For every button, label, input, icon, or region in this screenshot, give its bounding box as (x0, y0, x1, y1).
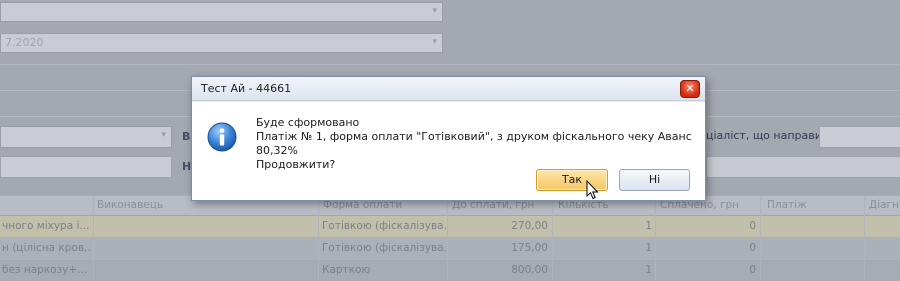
dialog-title: Тест Ай - 44661 (201, 82, 292, 95)
col-payment[interactable]: Платіж (767, 199, 807, 211)
cell-service: без наркозу+... (2, 264, 88, 276)
table-row[interactable]: без наркозу+... Карткою 800,00 1 0 (0, 260, 900, 281)
info-icon (207, 122, 237, 152)
chevron-down-icon: ▾ (432, 6, 437, 16)
grid-column-separator (93, 196, 94, 281)
grid-column-separator (760, 196, 761, 281)
cell-qty: 1 (645, 264, 652, 276)
col-diagnosis[interactable]: Діагн (869, 199, 899, 211)
cell-service: н (цілісна кров,... (2, 242, 92, 254)
grid-column-separator (447, 196, 448, 281)
label-referring-specialist: ціаліст, що направив (706, 129, 829, 142)
date-value: 7.2020 (5, 36, 44, 49)
dialog-message: Буде сформовано Платіж № 1, форма оплати… (256, 116, 705, 172)
dialog-body: Буде сформовано Платіж № 1, форма оплати… (192, 102, 705, 200)
text-field[interactable] (0, 156, 172, 178)
mouse-cursor-icon (586, 180, 599, 200)
cell-amount: 270,00 (511, 220, 548, 232)
chevron-down-icon: ▾ (432, 37, 437, 47)
cell-amount: 175,00 (511, 242, 548, 254)
cell-payment-form: Готівкою (фіскалізува... (322, 242, 447, 254)
cell-qty: 1 (645, 220, 652, 232)
chevron-down-icon: ▾ (161, 130, 166, 140)
right-field[interactable] (706, 156, 900, 178)
no-button[interactable]: Ні (619, 169, 690, 191)
cell-paid: 0 (749, 264, 756, 276)
grid-column-separator (552, 196, 553, 281)
close-button[interactable]: ✕ (680, 80, 700, 98)
field-combo[interactable]: ▾ (0, 126, 172, 148)
cell-paid: 0 (749, 220, 756, 232)
table-row[interactable]: н (цілісна кров,... Готівкою (фіскалізув… (0, 238, 900, 260)
grid-column-separator (655, 196, 656, 281)
cell-paid: 0 (749, 242, 756, 254)
divider (0, 64, 900, 65)
cell-payment-form: Готівкою (фіскалізува... (322, 220, 447, 232)
referring-specialist-field[interactable] (819, 126, 900, 148)
table-row[interactable]: чного міхура і... Готівкою (фіскалізува.… (0, 216, 900, 238)
message-line-2: Платіж № 1, форма оплати "Готівковий", з… (256, 130, 692, 157)
date-combo[interactable]: 7.2020 ▾ (0, 33, 443, 53)
cell-qty: 1 (645, 242, 652, 254)
cell-amount: 800,00 (511, 264, 548, 276)
message-line-1: Буде сформовано (256, 116, 360, 129)
dialog-titlebar[interactable]: Тест Ай - 44661 ✕ (192, 77, 705, 101)
close-icon: ✕ (685, 82, 695, 95)
top-combo[interactable]: ▾ (0, 2, 443, 22)
grid-column-separator (864, 196, 865, 281)
grid-column-separator (318, 196, 319, 281)
cell-payment-form: Карткою (322, 264, 371, 276)
col-executor[interactable]: Виконавець (97, 199, 163, 211)
cell-service: чного міхура і... (2, 220, 90, 232)
confirm-dialog: Тест Ай - 44661 ✕ Буде сформовано Платіж… (191, 76, 706, 201)
